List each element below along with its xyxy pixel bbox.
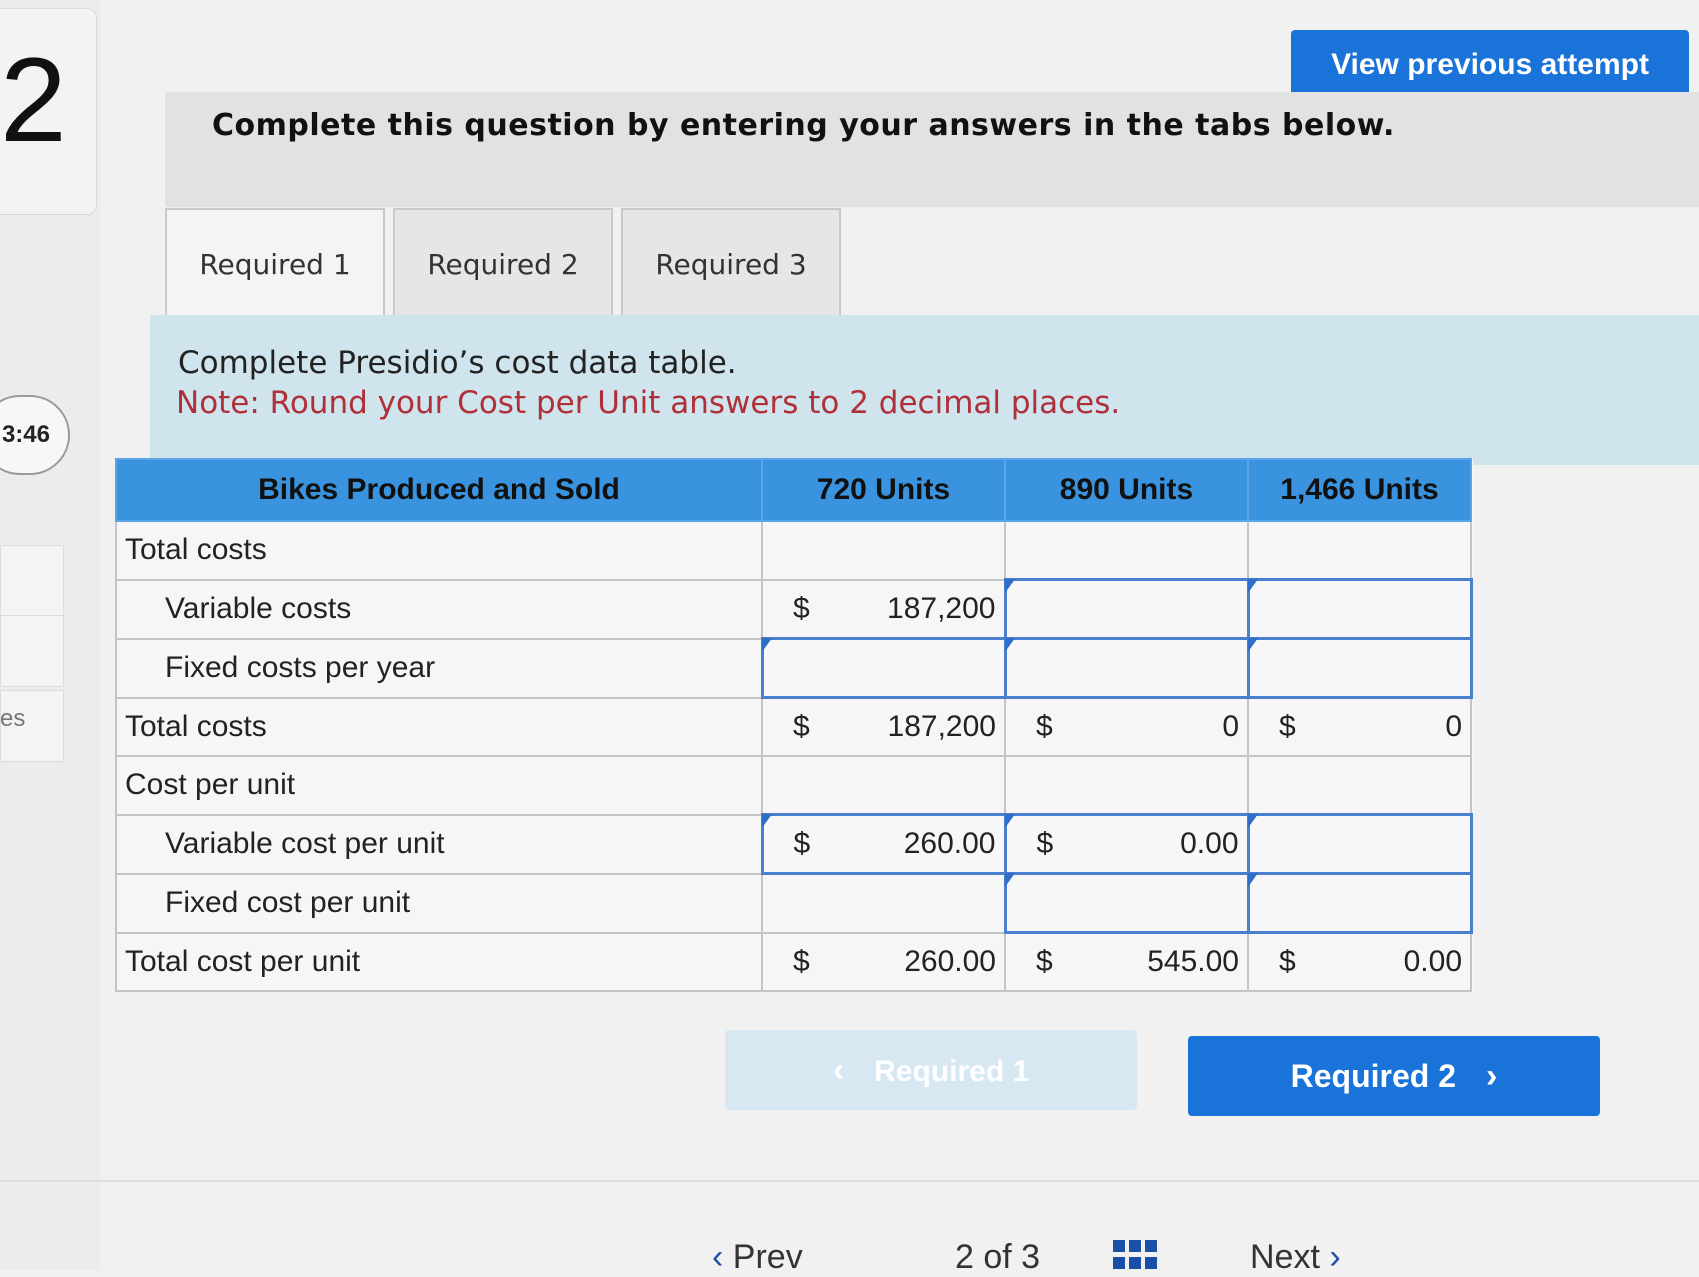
fixed-costs-890-input[interactable] (1003, 637, 1250, 699)
value-cell: $260.00 (761, 931, 1006, 992)
variable-costs-1466-input[interactable] (1246, 578, 1473, 640)
row-label: Variable costs (115, 578, 763, 640)
cell-value: 545.00 (1147, 945, 1239, 978)
cell-value: 260.00 (904, 944, 996, 978)
instruction-text: Complete this question by entering your … (212, 108, 1395, 143)
variable-cost-per-unit-720-input[interactable]: $260.00 (760, 813, 1007, 875)
footer-divider (0, 1180, 1699, 1182)
next-required-label: Required 2 (1290, 1057, 1457, 1094)
dollar-sign: $ (1279, 945, 1296, 978)
tab-bar: Required 1 Required 2 Required 3 (165, 208, 841, 318)
prev-label: Prev (732, 1238, 803, 1276)
value-cell: $0 (1247, 696, 1472, 757)
value-cell: $187,200 (761, 578, 1006, 640)
fixed-costs-1466-input[interactable] (1246, 637, 1473, 699)
table-row: Fixed costs per year (115, 637, 1473, 699)
side-label: es (0, 705, 26, 732)
cell-value: 0.00 (1180, 827, 1239, 860)
dollar-sign: $ (793, 827, 811, 860)
empty-cell (761, 520, 1006, 581)
header-1466-units: 1,466 Units (1247, 458, 1472, 522)
fixed-cost-per-unit-1466-input[interactable] (1246, 872, 1473, 934)
table-row: Total cost per unit $260.00 $545.00 $0.0… (115, 931, 1472, 992)
value-cell: $0.00 (1247, 931, 1472, 992)
cell-value: 0 (1222, 710, 1239, 743)
fixed-costs-720-input[interactable] (760, 637, 1007, 699)
next-page-link[interactable]: Next › (1250, 1238, 1341, 1277)
dollar-sign: $ (1036, 710, 1053, 743)
row-label: Fixed costs per year (115, 637, 763, 699)
rounding-note: Note: Round your Cost per Unit answers t… (176, 385, 1121, 421)
table-row: Total costs (115, 520, 1472, 581)
row-label: Cost per unit (115, 755, 763, 816)
prev-page-link[interactable]: ‹ Prev (712, 1238, 803, 1277)
table-header-row: Bikes Produced and Sold 720 Units 890 Un… (115, 458, 1472, 522)
empty-cell (761, 755, 1006, 816)
dollar-sign: $ (1036, 827, 1054, 860)
fixed-cost-per-unit-890-input[interactable] (1003, 872, 1250, 934)
cell-value: 187,200 (887, 710, 996, 743)
tab-required-1[interactable]: Required 1 (165, 208, 385, 318)
table-row: Total costs $187,200 $0 $0 (115, 696, 1472, 757)
chevron-right-icon: › (1486, 1056, 1498, 1095)
previous-required-button[interactable]: ‹ Required 1 (725, 1030, 1137, 1110)
table-row: Variable cost per unit $260.00 $0.00 (115, 813, 1473, 875)
table-row: Fixed cost per unit (115, 872, 1473, 934)
next-label: Next (1250, 1238, 1320, 1276)
header-890-units: 890 Units (1004, 458, 1249, 522)
row-label: Variable cost per unit (115, 813, 763, 875)
dollar-sign: $ (1279, 710, 1296, 743)
cell-value: 187,200 (887, 591, 996, 625)
cell-value: 260.00 (903, 827, 996, 860)
previous-required-label: Required 1 (874, 1054, 1030, 1088)
header-bikes: Bikes Produced and Sold (115, 458, 763, 522)
value-cell: $545.00 (1004, 931, 1249, 992)
cell-value: 0 (1445, 710, 1462, 743)
empty-cell (1004, 520, 1249, 581)
tab-required-2[interactable]: Required 2 (393, 208, 613, 318)
tab-required-3[interactable]: Required 3 (621, 208, 841, 318)
dollar-sign: $ (793, 591, 810, 625)
value-cell: $187,200 (761, 696, 1006, 757)
table-row: Cost per unit (115, 755, 1472, 816)
side-panel-box (0, 615, 64, 687)
empty-cell (1247, 520, 1472, 581)
chevron-left-icon: ‹ (712, 1238, 733, 1276)
dollar-sign: $ (793, 944, 810, 978)
row-label: Total costs (115, 696, 763, 757)
dollar-sign: $ (1036, 945, 1053, 978)
variable-costs-890-input[interactable] (1003, 578, 1250, 640)
page-indicator: 2 of 3 (955, 1238, 1041, 1276)
cost-data-table: Bikes Produced and Sold 720 Units 890 Un… (115, 458, 1473, 992)
next-required-button[interactable]: Required 2 › (1188, 1036, 1600, 1116)
question-number: 2 (0, 33, 67, 167)
chevron-right-icon: › (1319, 1238, 1341, 1276)
empty-cell (761, 872, 1006, 934)
empty-cell (1247, 755, 1472, 816)
header-720-units: 720 Units (761, 458, 1006, 522)
variable-cost-per-unit-1466-input[interactable] (1246, 813, 1473, 875)
dollar-sign: $ (793, 710, 810, 743)
view-previous-attempt-button[interactable]: View previous attempt (1291, 30, 1689, 100)
row-label: Total costs (115, 520, 763, 581)
value-cell: $0 (1004, 696, 1249, 757)
cell-value: 0.00 (1403, 945, 1462, 978)
variable-cost-per-unit-890-input[interactable]: $0.00 (1003, 813, 1250, 875)
side-panel-box (0, 545, 64, 617)
row-label: Fixed cost per unit (115, 872, 763, 934)
empty-cell (1004, 755, 1249, 816)
prompt-text: Complete Presidio’s cost data table. (178, 345, 737, 381)
row-label: Total cost per unit (115, 931, 763, 992)
chevron-left-icon: ‹ (832, 1050, 845, 1089)
question-grid-icon[interactable] (1113, 1240, 1161, 1270)
table-row: Variable costs $187,200 (115, 578, 1473, 640)
